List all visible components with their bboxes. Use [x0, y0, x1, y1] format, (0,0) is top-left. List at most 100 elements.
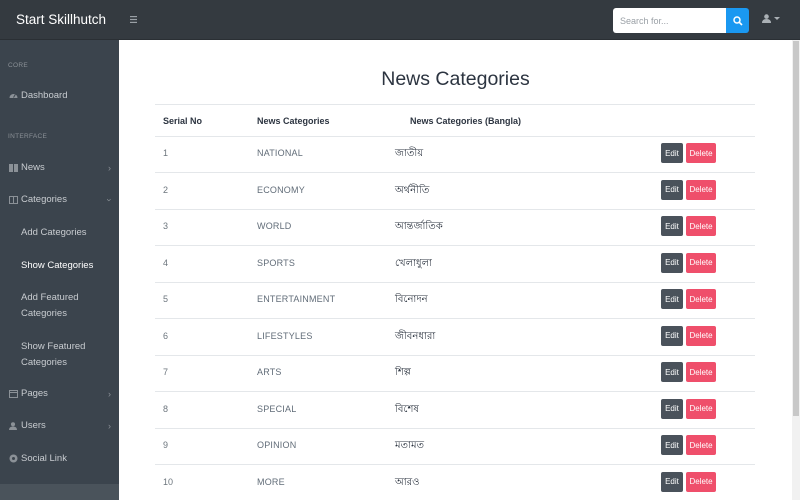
row-divider: [155, 208, 755, 210]
search-input[interactable]: [613, 8, 726, 33]
edit-button[interactable]: Edit: [661, 252, 683, 273]
page-title: News Categories: [381, 68, 530, 90]
delete-button[interactable]: Delete: [686, 216, 716, 236]
delete-button[interactable]: Delete: [686, 179, 716, 200]
sidebar-item-pages[interactable]: Pages ›: [8, 388, 113, 399]
serial-cell: 3: [163, 221, 169, 231]
delete-button[interactable]: Delete: [686, 325, 716, 346]
bangla-category-cell: খেলাধুলা: [395, 257, 432, 269]
serial-cell: 9: [163, 440, 169, 450]
column-header-bangla: News Categories (Bangla): [410, 116, 522, 126]
category-cell: LIFESTYLES: [257, 330, 313, 341]
brand-link[interactable]: Start Skillhutch: [16, 12, 106, 27]
category-cell: ARTS: [257, 367, 282, 377]
serial-cell: 1: [163, 148, 169, 158]
sidebar-item-news[interactable]: News ›: [8, 162, 113, 173]
serial-cell: 8: [163, 403, 169, 414]
category-cell: MORE: [257, 476, 285, 487]
delete-button[interactable]: Delete: [686, 471, 716, 492]
search-button[interactable]: [726, 8, 749, 33]
sidebar-subitem-add-categories[interactable]: Add Categories: [21, 225, 111, 241]
edit-button[interactable]: Edit: [661, 289, 683, 309]
search-form: [613, 8, 749, 33]
row-divider: [155, 245, 755, 246]
sidebar-item-social-link[interactable]: Social Link: [8, 453, 113, 464]
sidebar-item-label: Social Link: [21, 453, 67, 464]
sidebar-item-label: Categories: [21, 194, 67, 205]
edit-button[interactable]: Edit: [661, 325, 683, 346]
link-icon: [8, 454, 18, 464]
row-divider: [155, 427, 755, 429]
bangla-category-cell: আরও: [395, 476, 420, 488]
sidebar-toggle-button[interactable]: [130, 13, 137, 25]
sidebar-item-label: Pages: [21, 388, 48, 399]
sidebar: CORE Dashboard INTERFACE News › Categori…: [0, 40, 119, 500]
row-divider: [155, 464, 755, 465]
edit-button[interactable]: Edit: [661, 179, 683, 200]
sidebar-heading-interface: INTERFACE: [8, 133, 48, 140]
sidebar-item-dashboard[interactable]: Dashboard: [8, 90, 113, 101]
menu-icon: [130, 16, 137, 23]
bangla-category-cell: জীবনধারা: [395, 330, 436, 342]
serial-cell: 5: [163, 294, 169, 304]
edit-button[interactable]: Edit: [661, 143, 683, 163]
row-divider: [155, 281, 755, 283]
main-content: News Categories Serial No News Categorie…: [119, 40, 792, 500]
serial-cell: 10: [163, 476, 174, 487]
delete-button[interactable]: Delete: [686, 362, 716, 382]
row-divider: [155, 354, 755, 356]
sidebar-subitem-label: Categories: [21, 357, 67, 368]
serial-cell: 7: [163, 367, 169, 377]
sidebar-subitem-label: Add Featured: [21, 292, 79, 303]
sidebar-item-label: News: [21, 162, 45, 173]
sidebar-item-users[interactable]: Users ›: [8, 420, 113, 431]
bangla-category-cell: জাতীয়: [395, 148, 424, 159]
delete-button[interactable]: Delete: [686, 252, 716, 273]
edit-button[interactable]: Edit: [661, 362, 683, 382]
caret-down-icon: [774, 17, 780, 20]
delete-button[interactable]: Delete: [686, 398, 716, 419]
bangla-category-cell: অর্থনীতি: [395, 184, 430, 196]
chevron-down-icon: ›: [104, 198, 115, 202]
scrollbar-thumb[interactable]: [793, 41, 799, 416]
folder-icon: [8, 389, 18, 399]
category-cell: ECONOMY: [257, 184, 305, 195]
sidebar-footer: [0, 484, 119, 500]
top-navbar: Start Skillhutch: [0, 0, 800, 40]
sidebar-subitem-label: Categories: [21, 308, 67, 319]
sidebar-subitem-add-featured-categories[interactable]: Add Featured Categories: [21, 290, 111, 322]
edit-button[interactable]: Edit: [661, 398, 683, 419]
edit-button[interactable]: Edit: [661, 216, 683, 236]
category-cell: SPORTS: [257, 257, 296, 268]
delete-button[interactable]: Delete: [686, 143, 716, 163]
book-icon: [8, 195, 18, 205]
serial-cell: 4: [163, 257, 169, 268]
scrollbar[interactable]: [792, 40, 800, 500]
serial-cell: 2: [163, 184, 169, 195]
user-icon: [8, 421, 18, 431]
user-dropdown[interactable]: [762, 14, 780, 23]
category-cell: ENTERTAINMENT: [257, 294, 336, 304]
sidebar-heading-core: CORE: [8, 62, 28, 69]
chevron-right-icon: ›: [108, 389, 111, 399]
edit-button[interactable]: Edit: [661, 471, 683, 492]
category-cell: NATIONAL: [257, 148, 303, 158]
sidebar-subitem-show-featured-categories[interactable]: Show Featured Categories: [21, 339, 111, 371]
bangla-category-cell: শিল্প: [395, 367, 411, 378]
sidebar-subitem-label: Show Featured: [21, 341, 86, 352]
header-divider: [155, 104, 755, 105]
serial-cell: 6: [163, 330, 169, 341]
user-icon: [762, 14, 771, 23]
delete-button[interactable]: Delete: [686, 435, 716, 455]
sidebar-item-label: Users: [21, 420, 46, 431]
chevron-right-icon: ›: [108, 421, 111, 431]
edit-button[interactable]: Edit: [661, 435, 683, 455]
sidebar-item-categories[interactable]: Categories ›: [8, 194, 115, 205]
category-cell: SPECIAL: [257, 403, 297, 414]
column-header-category: News Categories: [257, 116, 330, 126]
delete-button[interactable]: Delete: [686, 289, 716, 309]
category-cell: OPINION: [257, 440, 297, 450]
tachometer-icon: [8, 91, 18, 101]
sidebar-subitem-show-categories[interactable]: Show Categories: [21, 258, 111, 274]
chevron-right-icon: ›: [108, 163, 111, 173]
